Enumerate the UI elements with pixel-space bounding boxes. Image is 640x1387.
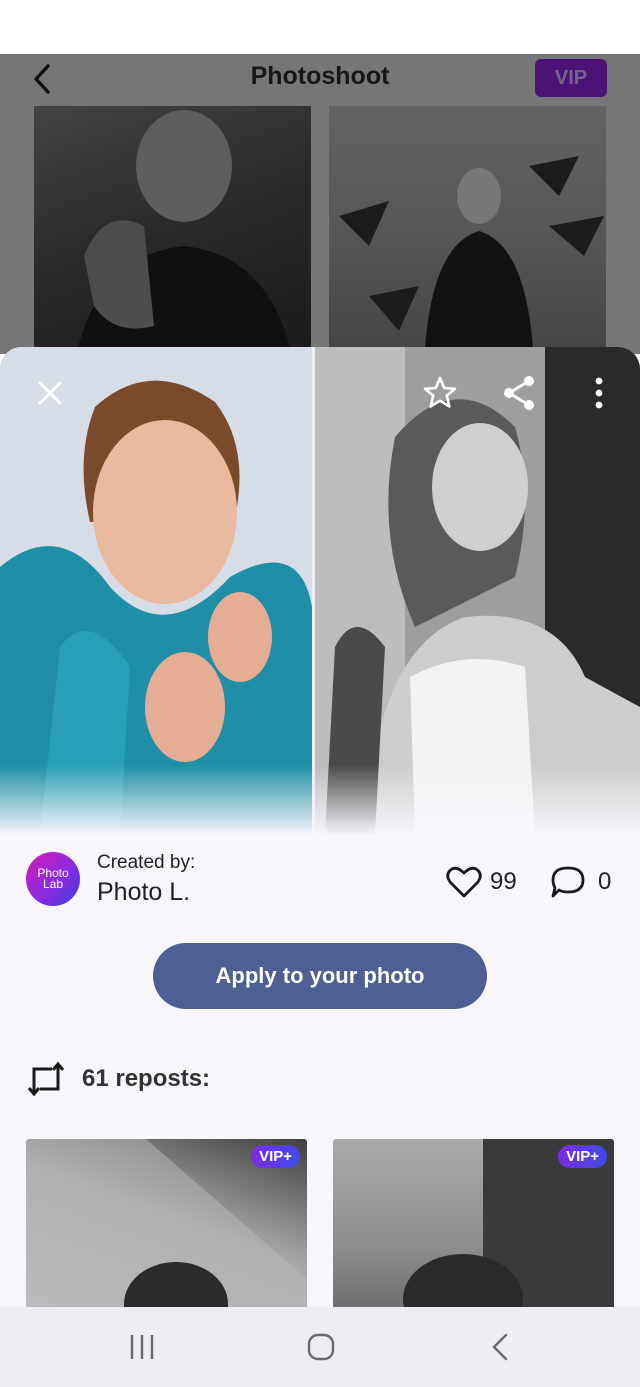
likes-count: 99	[490, 868, 517, 895]
close-icon[interactable]	[28, 371, 72, 415]
comment-icon	[551, 866, 585, 898]
back-icon[interactable]	[470, 1327, 530, 1367]
comment-button[interactable]: 0	[550, 864, 611, 900]
photo-fade	[0, 765, 640, 835]
effect-preview-sheet: Photo Lab Created by: Photo L. 99 0 Appl…	[0, 347, 640, 1307]
more-vertical-icon[interactable]	[577, 371, 621, 415]
home-icon[interactable]	[291, 1327, 351, 1367]
reposts-header: 61 reposts:	[26, 1059, 210, 1099]
status-bar	[0, 0, 640, 54]
before-after-preview	[0, 347, 640, 835]
creator-row: Photo Lab Created by: Photo L. 99 0	[26, 852, 626, 912]
creator-avatar[interactable]: Photo Lab	[26, 852, 80, 906]
recents-icon[interactable]	[112, 1327, 172, 1367]
heart-icon	[446, 866, 482, 898]
reposts-count-label: 61 reposts:	[82, 1065, 211, 1092]
modal-scrim[interactable]	[0, 54, 640, 354]
creator-name[interactable]: Photo L.	[97, 878, 190, 907]
system-nav-bar	[0, 1307, 640, 1387]
like-button[interactable]: 99	[446, 864, 517, 900]
repost-thumbnail[interactable]: VIP+	[333, 1139, 614, 1307]
repost-thumbnail[interactable]: VIP+	[26, 1139, 307, 1307]
comments-count: 0	[598, 868, 612, 895]
share-icon[interactable]	[497, 371, 541, 415]
vip-plus-badge: VIP+	[558, 1145, 607, 1168]
avatar-text: Photo Lab	[37, 866, 69, 891]
created-by-label: Created by:	[97, 852, 196, 873]
vip-plus-badge: VIP+	[251, 1145, 300, 1168]
before-photo	[0, 347, 312, 835]
star-outline-icon[interactable]	[418, 371, 462, 415]
after-photo	[315, 347, 640, 835]
repost-icon	[27, 1061, 65, 1097]
apply-to-photo-button[interactable]: Apply to your photo	[153, 943, 487, 1009]
